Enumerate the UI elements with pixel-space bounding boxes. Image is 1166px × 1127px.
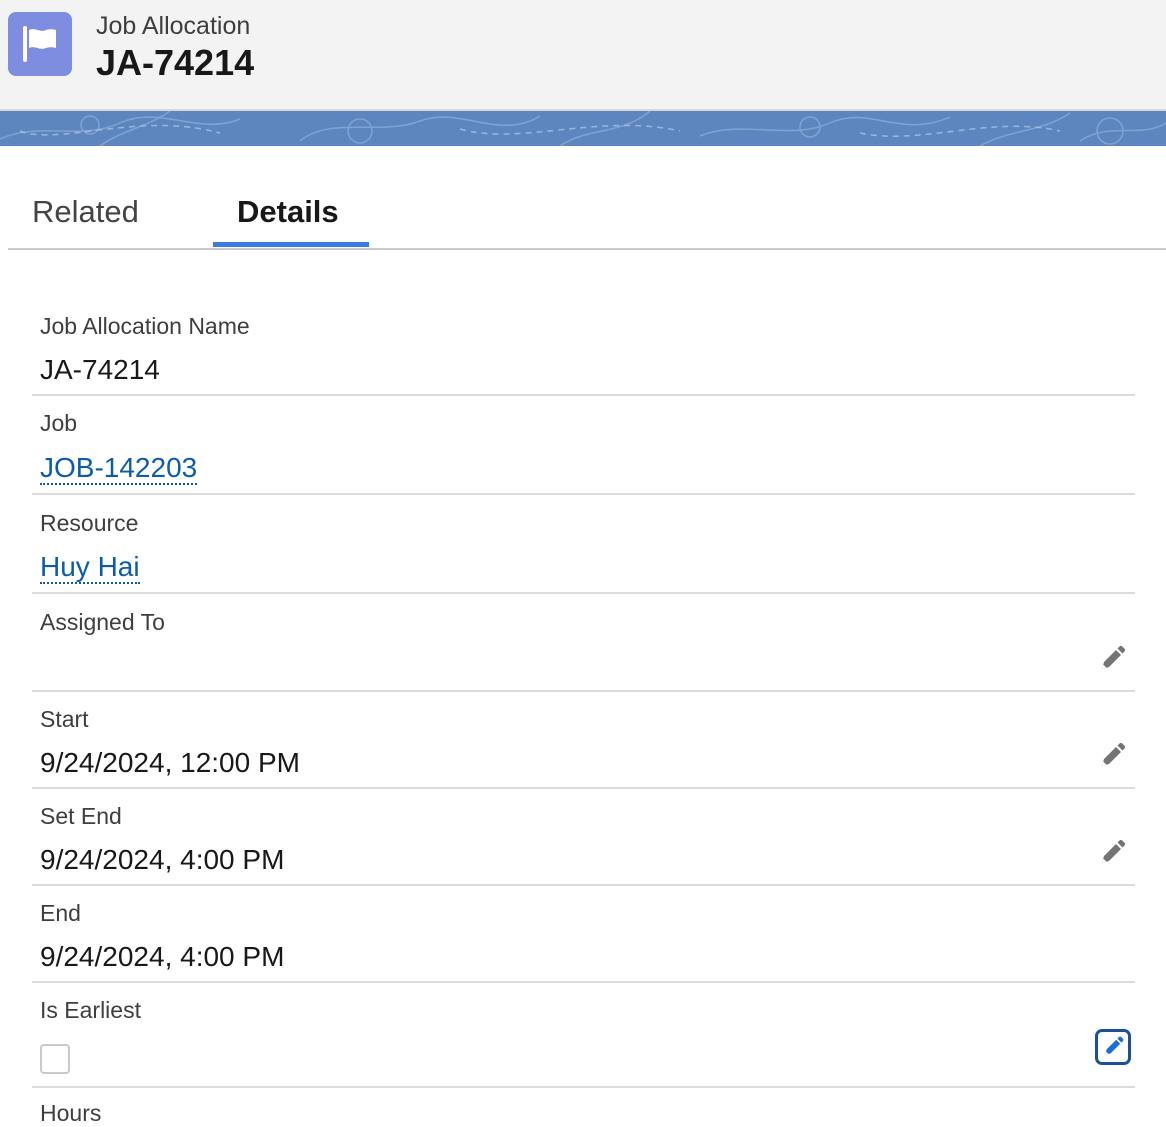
field-label: Assigned To xyxy=(40,609,165,635)
pencil-icon[interactable] xyxy=(1097,644,1127,674)
pencil-icon[interactable] xyxy=(1097,741,1127,771)
active-tab-indicator xyxy=(213,242,369,247)
field-value: 9/24/2024, 12:00 PM xyxy=(40,747,300,778)
object-type-label: Job Allocation xyxy=(96,12,251,40)
field-label: Job Allocation Name xyxy=(40,313,250,339)
job-link[interactable]: JOB-142203 xyxy=(40,452,198,485)
field-resource: Resource Huy Hai xyxy=(32,495,1135,594)
is-earliest-checkbox[interactable] xyxy=(40,1044,70,1074)
pencil-icon[interactable] xyxy=(1097,838,1127,868)
tab-related[interactable]: Related xyxy=(32,194,139,230)
field-label: Resource xyxy=(40,510,139,536)
field-job: Job JOB-142203 xyxy=(32,396,1135,495)
field-is-earliest: Is Earliest xyxy=(32,983,1135,1088)
field-end: End 9/24/2024, 4:00 PM xyxy=(32,886,1135,983)
field-label: Job xyxy=(40,410,78,436)
resource-link[interactable]: Huy Hai xyxy=(40,551,140,584)
field-assigned-to: Assigned To xyxy=(32,594,1135,692)
field-label: Set End xyxy=(40,803,122,829)
tab-details[interactable]: Details xyxy=(237,194,339,230)
pencil-icon[interactable] xyxy=(1095,1029,1131,1065)
field-label-hours: Hours xyxy=(40,1100,102,1126)
field-label: Start xyxy=(40,706,89,732)
field-start: Start 9/24/2024, 12:00 PM xyxy=(32,692,1135,789)
field-job-allocation-name: Job Allocation Name JA-74214 xyxy=(32,298,1135,396)
header-banner xyxy=(0,111,1166,146)
field-set-end: Set End 9/24/2024, 4:00 PM xyxy=(32,789,1135,886)
record-tabs: Related Details xyxy=(8,146,1166,250)
field-value: JA-74214 xyxy=(40,354,160,385)
record-title: JA-74214 xyxy=(96,42,255,83)
flag-icon xyxy=(8,12,72,76)
field-label: End xyxy=(40,900,81,926)
field-value: 9/24/2024, 4:00 PM xyxy=(40,941,285,972)
field-label: Is Earliest xyxy=(40,997,141,1023)
record-header: Job Allocation JA-74214 xyxy=(0,0,1166,111)
field-value: 9/24/2024, 4:00 PM xyxy=(40,844,285,875)
